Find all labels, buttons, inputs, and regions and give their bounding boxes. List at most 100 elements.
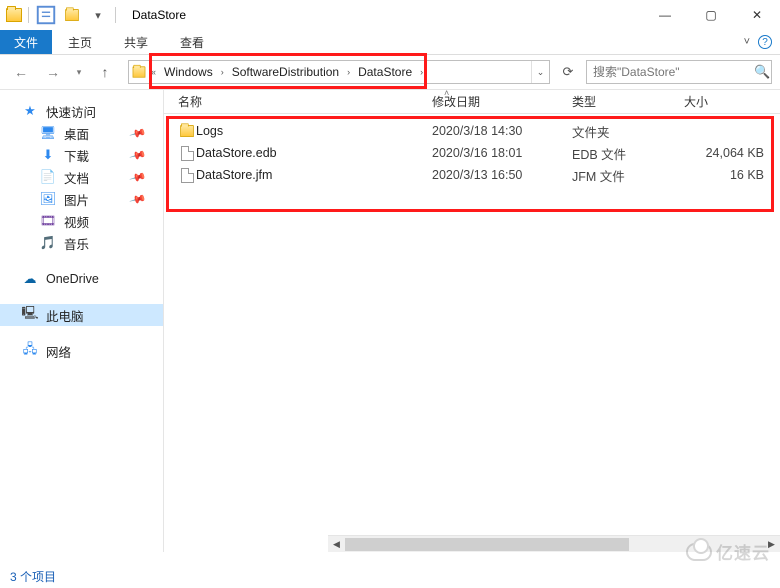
sidebar-item-label: 音乐 bbox=[64, 234, 89, 253]
folder-icon bbox=[178, 124, 196, 138]
sidebar-item-pictures[interactable]: 🖼 图片 📌 bbox=[0, 188, 163, 210]
watermark: 亿速云 bbox=[686, 539, 770, 564]
sidebar-item-documents[interactable]: 📄 文档 📌 bbox=[0, 166, 163, 188]
sort-indicator-icon: ˄ bbox=[444, 88, 449, 98]
properties-icon[interactable] bbox=[35, 4, 57, 26]
nav-row: ← → ▾ ↑ « Windows › SoftwareDistribution… bbox=[0, 55, 780, 90]
search-box[interactable]: 🔍 bbox=[586, 60, 772, 84]
search-icon[interactable]: 🔍 bbox=[754, 64, 771, 80]
pin-icon: 📌 bbox=[129, 146, 147, 164]
sidebar-item-onedrive[interactable]: ☁ OneDrive bbox=[0, 268, 163, 290]
status-item-count: 3 个项目 bbox=[10, 568, 56, 585]
desktop-icon: 🖥 bbox=[40, 125, 56, 141]
sidebar-item-videos[interactable]: 🎞 视频 bbox=[0, 210, 163, 232]
address-bar[interactable]: « Windows › SoftwareDistribution › DataS… bbox=[128, 60, 550, 84]
file-list-pane: ˄ 名称 修改日期 类型 大小 Logs 2020/3/18 14:30 文件夹… bbox=[164, 90, 780, 552]
computer-icon: 🖳 bbox=[22, 307, 38, 323]
column-type[interactable]: 类型 bbox=[572, 93, 684, 110]
watermark-text: 亿速云 bbox=[716, 539, 770, 564]
star-icon: ★ bbox=[22, 103, 38, 119]
tab-share[interactable]: 共享 bbox=[108, 30, 164, 54]
sidebar-item-thispc[interactable]: 🖳 此电脑 bbox=[0, 304, 163, 326]
close-button[interactable]: ✕ bbox=[734, 0, 780, 30]
file-row-datastore-edb[interactable]: DataStore.edb 2020/3/16 18:01 EDB 文件 24,… bbox=[164, 142, 780, 164]
sidebar-item-downloads[interactable]: ⬇ 下载 📌 bbox=[0, 144, 163, 166]
watermark-cloud-icon bbox=[686, 543, 712, 561]
document-icon: 📄 bbox=[40, 169, 56, 185]
picture-icon: 🖼 bbox=[40, 191, 56, 207]
sidebar-item-music[interactable]: 🎵 音乐 bbox=[0, 232, 163, 254]
refresh-button[interactable]: ⟳ bbox=[556, 60, 580, 84]
crumb-softwaredistribution[interactable]: SoftwareDistribution bbox=[226, 61, 345, 83]
file-size: 24,064 KB bbox=[684, 146, 764, 160]
forward-button[interactable]: → bbox=[40, 59, 66, 85]
ribbon: 文件 主页 共享 查看 ˅ ? bbox=[0, 30, 780, 55]
ribbon-collapse-icon[interactable]: ˅ bbox=[744, 36, 750, 48]
search-input[interactable] bbox=[587, 65, 754, 79]
tab-home[interactable]: 主页 bbox=[52, 30, 108, 54]
back-button[interactable]: ← bbox=[8, 59, 34, 85]
column-date[interactable]: 修改日期 bbox=[432, 93, 572, 110]
body: ★ 快速访问 🖥 桌面 📌 ⬇ 下载 📌 📄 文档 📌 🖼 图片 � bbox=[0, 90, 780, 552]
pin-icon: 📌 bbox=[129, 124, 147, 142]
qat-dropdown-icon[interactable]: ▾ bbox=[87, 4, 109, 26]
file-row-logs[interactable]: Logs 2020/3/18 14:30 文件夹 bbox=[164, 120, 780, 142]
file-icon bbox=[178, 168, 196, 183]
address-dropdown-icon[interactable]: ⌄ bbox=[531, 61, 549, 83]
file-tab[interactable]: 文件 bbox=[0, 30, 52, 54]
sidebar-item-label: 网络 bbox=[46, 342, 71, 361]
sidebar-item-network[interactable]: 🖧 网络 bbox=[0, 340, 163, 362]
file-name: DataStore.jfm bbox=[196, 168, 432, 182]
file-name: DataStore.edb bbox=[196, 146, 432, 160]
file-size: 16 KB bbox=[684, 168, 764, 182]
sidebar-item-label: 下载 bbox=[64, 146, 89, 165]
chevron-right-icon[interactable]: › bbox=[345, 67, 352, 77]
breadcrumb-prefix-icon[interactable]: « bbox=[149, 67, 158, 77]
help-icon[interactable]: ? bbox=[758, 35, 772, 49]
pin-icon: 📌 bbox=[129, 168, 147, 186]
file-area: Logs 2020/3/18 14:30 文件夹 DataStore.edb 2… bbox=[164, 114, 780, 186]
window-title: DataStore bbox=[132, 8, 186, 22]
app-icon bbox=[6, 8, 22, 22]
sidebar-item-label: 图片 bbox=[64, 190, 89, 209]
file-type: JFM 文件 bbox=[572, 166, 684, 185]
crumb-datastore[interactable]: DataStore bbox=[352, 61, 418, 83]
recent-locations-icon[interactable]: ▾ bbox=[72, 59, 86, 85]
music-icon: 🎵 bbox=[40, 235, 56, 251]
sidebar-item-label: 文档 bbox=[64, 168, 89, 187]
chevron-right-icon[interactable]: › bbox=[219, 67, 226, 77]
column-name[interactable]: 名称 bbox=[178, 93, 432, 110]
up-button[interactable]: ↑ bbox=[92, 59, 118, 85]
navigation-pane: ★ 快速访问 🖥 桌面 📌 ⬇ 下载 📌 📄 文档 📌 🖼 图片 � bbox=[0, 90, 164, 552]
status-bar: 3 个项目 bbox=[0, 564, 56, 588]
file-name: Logs bbox=[196, 124, 432, 138]
download-icon: ⬇ bbox=[40, 147, 56, 163]
file-date: 2020/3/16 18:01 bbox=[432, 146, 572, 160]
chevron-right-icon[interactable]: › bbox=[418, 67, 425, 77]
file-date: 2020/3/18 14:30 bbox=[432, 124, 572, 138]
crumb-windows[interactable]: Windows bbox=[158, 61, 219, 83]
scroll-thumb[interactable] bbox=[345, 538, 629, 551]
sidebar-item-label: 此电脑 bbox=[46, 306, 84, 325]
sidebar-item-label: OneDrive bbox=[46, 272, 99, 286]
network-icon: 🖧 bbox=[22, 343, 38, 359]
sidebar-item-desktop[interactable]: 🖥 桌面 📌 bbox=[0, 122, 163, 144]
breadcrumb: « Windows › SoftwareDistribution › DataS… bbox=[149, 61, 425, 83]
sidebar-item-label: 桌面 bbox=[64, 124, 89, 143]
pin-icon: 📌 bbox=[129, 190, 147, 208]
file-date: 2020/3/13 16:50 bbox=[432, 168, 572, 182]
address-folder-icon bbox=[129, 65, 149, 79]
minimize-button[interactable]: — bbox=[642, 0, 688, 30]
file-icon bbox=[178, 146, 196, 161]
title-bar: ▾ DataStore — ▢ ✕ bbox=[0, 0, 780, 30]
new-folder-icon[interactable] bbox=[61, 4, 83, 26]
column-size[interactable]: 大小 bbox=[684, 93, 780, 110]
tab-view[interactable]: 查看 bbox=[164, 30, 220, 54]
maximize-button[interactable]: ▢ bbox=[688, 0, 734, 30]
sidebar-quick-access[interactable]: ★ 快速访问 bbox=[0, 100, 163, 122]
scroll-left-icon[interactable]: ◀ bbox=[328, 536, 345, 553]
sidebar-item-label: 快速访问 bbox=[46, 102, 96, 121]
file-row-datastore-jfm[interactable]: DataStore.jfm 2020/3/13 16:50 JFM 文件 16 … bbox=[164, 164, 780, 186]
quick-access-toolbar: ▾ bbox=[35, 4, 109, 26]
titlebar-left: ▾ DataStore bbox=[0, 4, 186, 26]
